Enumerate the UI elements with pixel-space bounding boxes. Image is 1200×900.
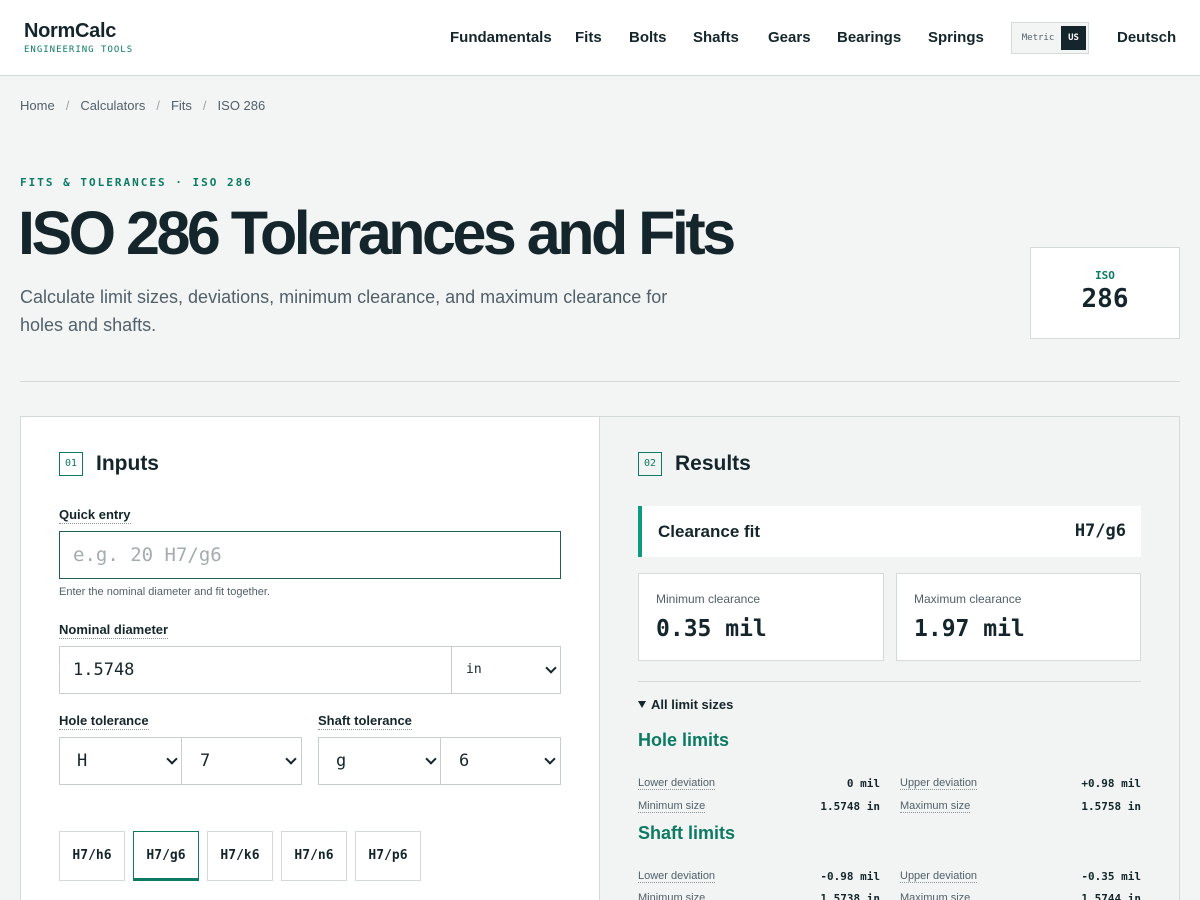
nav-item-bolts[interactable]: Bolts bbox=[629, 29, 667, 46]
shaft-min-size-label: Minimum size bbox=[638, 892, 705, 900]
preset-h7-n6[interactable]: H7/n6 bbox=[281, 831, 347, 881]
divider bbox=[20, 381, 1180, 382]
hole-lower-deviation-value: 0 mil bbox=[846, 777, 880, 790]
chevron-down-icon bbox=[544, 753, 556, 765]
nominal-diameter-input[interactable]: 1.5748 bbox=[59, 646, 452, 694]
hole-max-size-value: 1.5758 in bbox=[1081, 800, 1141, 813]
page-eyebrow: FITS & TOLERANCES · ISO 286 bbox=[20, 176, 253, 189]
shaft-upper-deviation-value: -0.35 mil bbox=[1081, 870, 1141, 883]
breadcrumb-fits[interactable]: Fits bbox=[171, 98, 192, 113]
nav-item-fits[interactable]: Fits bbox=[575, 29, 602, 46]
shaft-limits-heading: Shaft limits bbox=[638, 823, 736, 843]
nav-item-bearings[interactable]: Bearings bbox=[837, 29, 901, 46]
hole-min-size-label: Minimum size bbox=[638, 800, 706, 813]
hole-tolerance-label: Hole tolerance bbox=[59, 713, 149, 730]
limit-sizes-toggle[interactable]: All limit sizes bbox=[638, 697, 733, 712]
shaft-max-size-value: 1.5744 in bbox=[1081, 892, 1141, 900]
preset-h7-k6[interactable]: H7/k6 bbox=[207, 831, 273, 881]
badge-number: 286 bbox=[1081, 284, 1129, 314]
preset-h7-p6[interactable]: H7/p6 bbox=[355, 831, 421, 881]
nominal-unit-value: in bbox=[466, 662, 482, 677]
hole-min-size-value: 1.5748 in bbox=[820, 800, 880, 813]
min-clearance-value: 0.35 mil bbox=[656, 616, 767, 642]
shaft-letter-select[interactable]: g bbox=[318, 737, 441, 785]
hole-lower-deviation-label: Lower deviation bbox=[638, 777, 716, 790]
triangle-down-icon bbox=[638, 701, 646, 708]
quick-entry-label: Quick entry bbox=[59, 507, 131, 524]
min-clearance-card: Minimum clearance 0.35 mil bbox=[638, 573, 884, 661]
quick-entry-hint: Enter the nominal diameter and fit toget… bbox=[59, 586, 270, 598]
limit-sizes-toggle-label: All limit sizes bbox=[651, 697, 734, 712]
chevron-down-icon bbox=[425, 753, 437, 765]
breadcrumb-current: ISO 286 bbox=[217, 98, 266, 113]
fit-type-banner: Clearance fit H7/g6 bbox=[638, 506, 1141, 557]
hole-grade-value: 7 bbox=[200, 751, 211, 771]
nominal-diameter-value: 1.5748 bbox=[73, 660, 135, 680]
hole-letter-value: H bbox=[77, 751, 88, 771]
nav-item-shafts[interactable]: Shafts bbox=[693, 29, 739, 46]
breadcrumb-separator: / bbox=[202, 98, 207, 113]
inputs-step-number: 01 bbox=[59, 452, 83, 476]
chevron-down-icon bbox=[285, 753, 297, 765]
fit-code: H7/g6 bbox=[1074, 521, 1126, 541]
shaft-min-size-value: 1.5738 in bbox=[820, 892, 880, 900]
badge-label: ISO bbox=[1095, 269, 1115, 282]
brand-name: NormCalc bbox=[24, 20, 117, 42]
unit-toggle: Metric US bbox=[1011, 22, 1089, 54]
language-switch[interactable]: Deutsch bbox=[1117, 29, 1176, 46]
hole-upper-deviation-value: +0.98 mil bbox=[1081, 777, 1141, 790]
shaft-tolerance-label: Shaft tolerance bbox=[318, 713, 412, 730]
hole-letter-select[interactable]: H bbox=[59, 737, 182, 785]
shaft-grade-select[interactable]: 6 bbox=[440, 737, 561, 785]
brand-tagline: ENGINEERING TOOLS bbox=[24, 45, 134, 55]
shaft-upper-deviation-label: Upper deviation bbox=[900, 870, 978, 883]
breadcrumb-home[interactable]: Home bbox=[20, 98, 55, 113]
hole-max-size-label: Maximum size bbox=[900, 800, 971, 813]
inputs-title: Inputs bbox=[96, 452, 159, 475]
breadcrumb-separator: / bbox=[156, 98, 160, 113]
page-description: Calculate limit sizes, deviations, minim… bbox=[20, 287, 668, 335]
nominal-unit-select[interactable]: in bbox=[451, 646, 561, 694]
shaft-max-size-label: Maximum size bbox=[900, 892, 970, 900]
results-step-number: 02 bbox=[638, 452, 662, 476]
shaft-lower-deviation-label: Lower deviation bbox=[638, 870, 716, 883]
quick-entry-input[interactable] bbox=[60, 532, 560, 578]
hole-upper-deviation-label: Upper deviation bbox=[900, 777, 978, 790]
shaft-lower-deviation-value: -0.98 mil bbox=[820, 870, 880, 883]
divider bbox=[638, 681, 1141, 682]
shaft-grade-value: 6 bbox=[459, 751, 470, 771]
min-clearance-label: Minimum clearance bbox=[656, 592, 761, 606]
chevron-down-icon bbox=[166, 753, 178, 765]
brand-logo[interactable]: NormCalc ENGINEERING TOOLS bbox=[24, 20, 133, 55]
nav-item-springs[interactable]: Springs bbox=[928, 29, 984, 46]
nav-item-gears[interactable]: Gears bbox=[768, 29, 811, 46]
max-clearance-value: 1.97 mil bbox=[914, 616, 1025, 642]
fit-type: Clearance fit bbox=[658, 522, 761, 541]
hole-grade-select[interactable]: 7 bbox=[181, 737, 302, 785]
chevron-down-icon bbox=[545, 662, 557, 674]
max-clearance-label: Maximum clearance bbox=[914, 592, 1022, 606]
hole-limits-heading: Hole limits bbox=[638, 730, 730, 750]
nav-item-fundamentals[interactable]: Fundamentals bbox=[450, 29, 552, 46]
nominal-diameter-label: Nominal diameter bbox=[59, 622, 169, 639]
breadcrumb-calculators[interactable]: Calculators bbox=[80, 98, 145, 113]
breadcrumb-separator: / bbox=[65, 98, 70, 113]
shaft-letter-value: g bbox=[336, 751, 347, 771]
top-bar: NormCalc ENGINEERING TOOLS Fundamentals … bbox=[0, 0, 1200, 76]
unit-us-button[interactable]: US bbox=[1061, 26, 1086, 50]
page-title: ISO 286 Tolerances and Fits bbox=[18, 199, 736, 267]
preset-h7-h6[interactable]: H7/h6 bbox=[59, 831, 125, 881]
max-clearance-card: Maximum clearance 1.97 mil bbox=[896, 573, 1141, 661]
preset-h7-g6[interactable]: H7/g6 bbox=[133, 831, 199, 881]
unit-metric-button[interactable]: Metric bbox=[1015, 26, 1061, 50]
results-title: Results bbox=[675, 452, 751, 475]
standard-badge: ISO 286 bbox=[1030, 247, 1180, 339]
quick-entry-field bbox=[59, 531, 561, 579]
breadcrumb: Home / Calculators / Fits / ISO 286 bbox=[20, 98, 265, 113]
